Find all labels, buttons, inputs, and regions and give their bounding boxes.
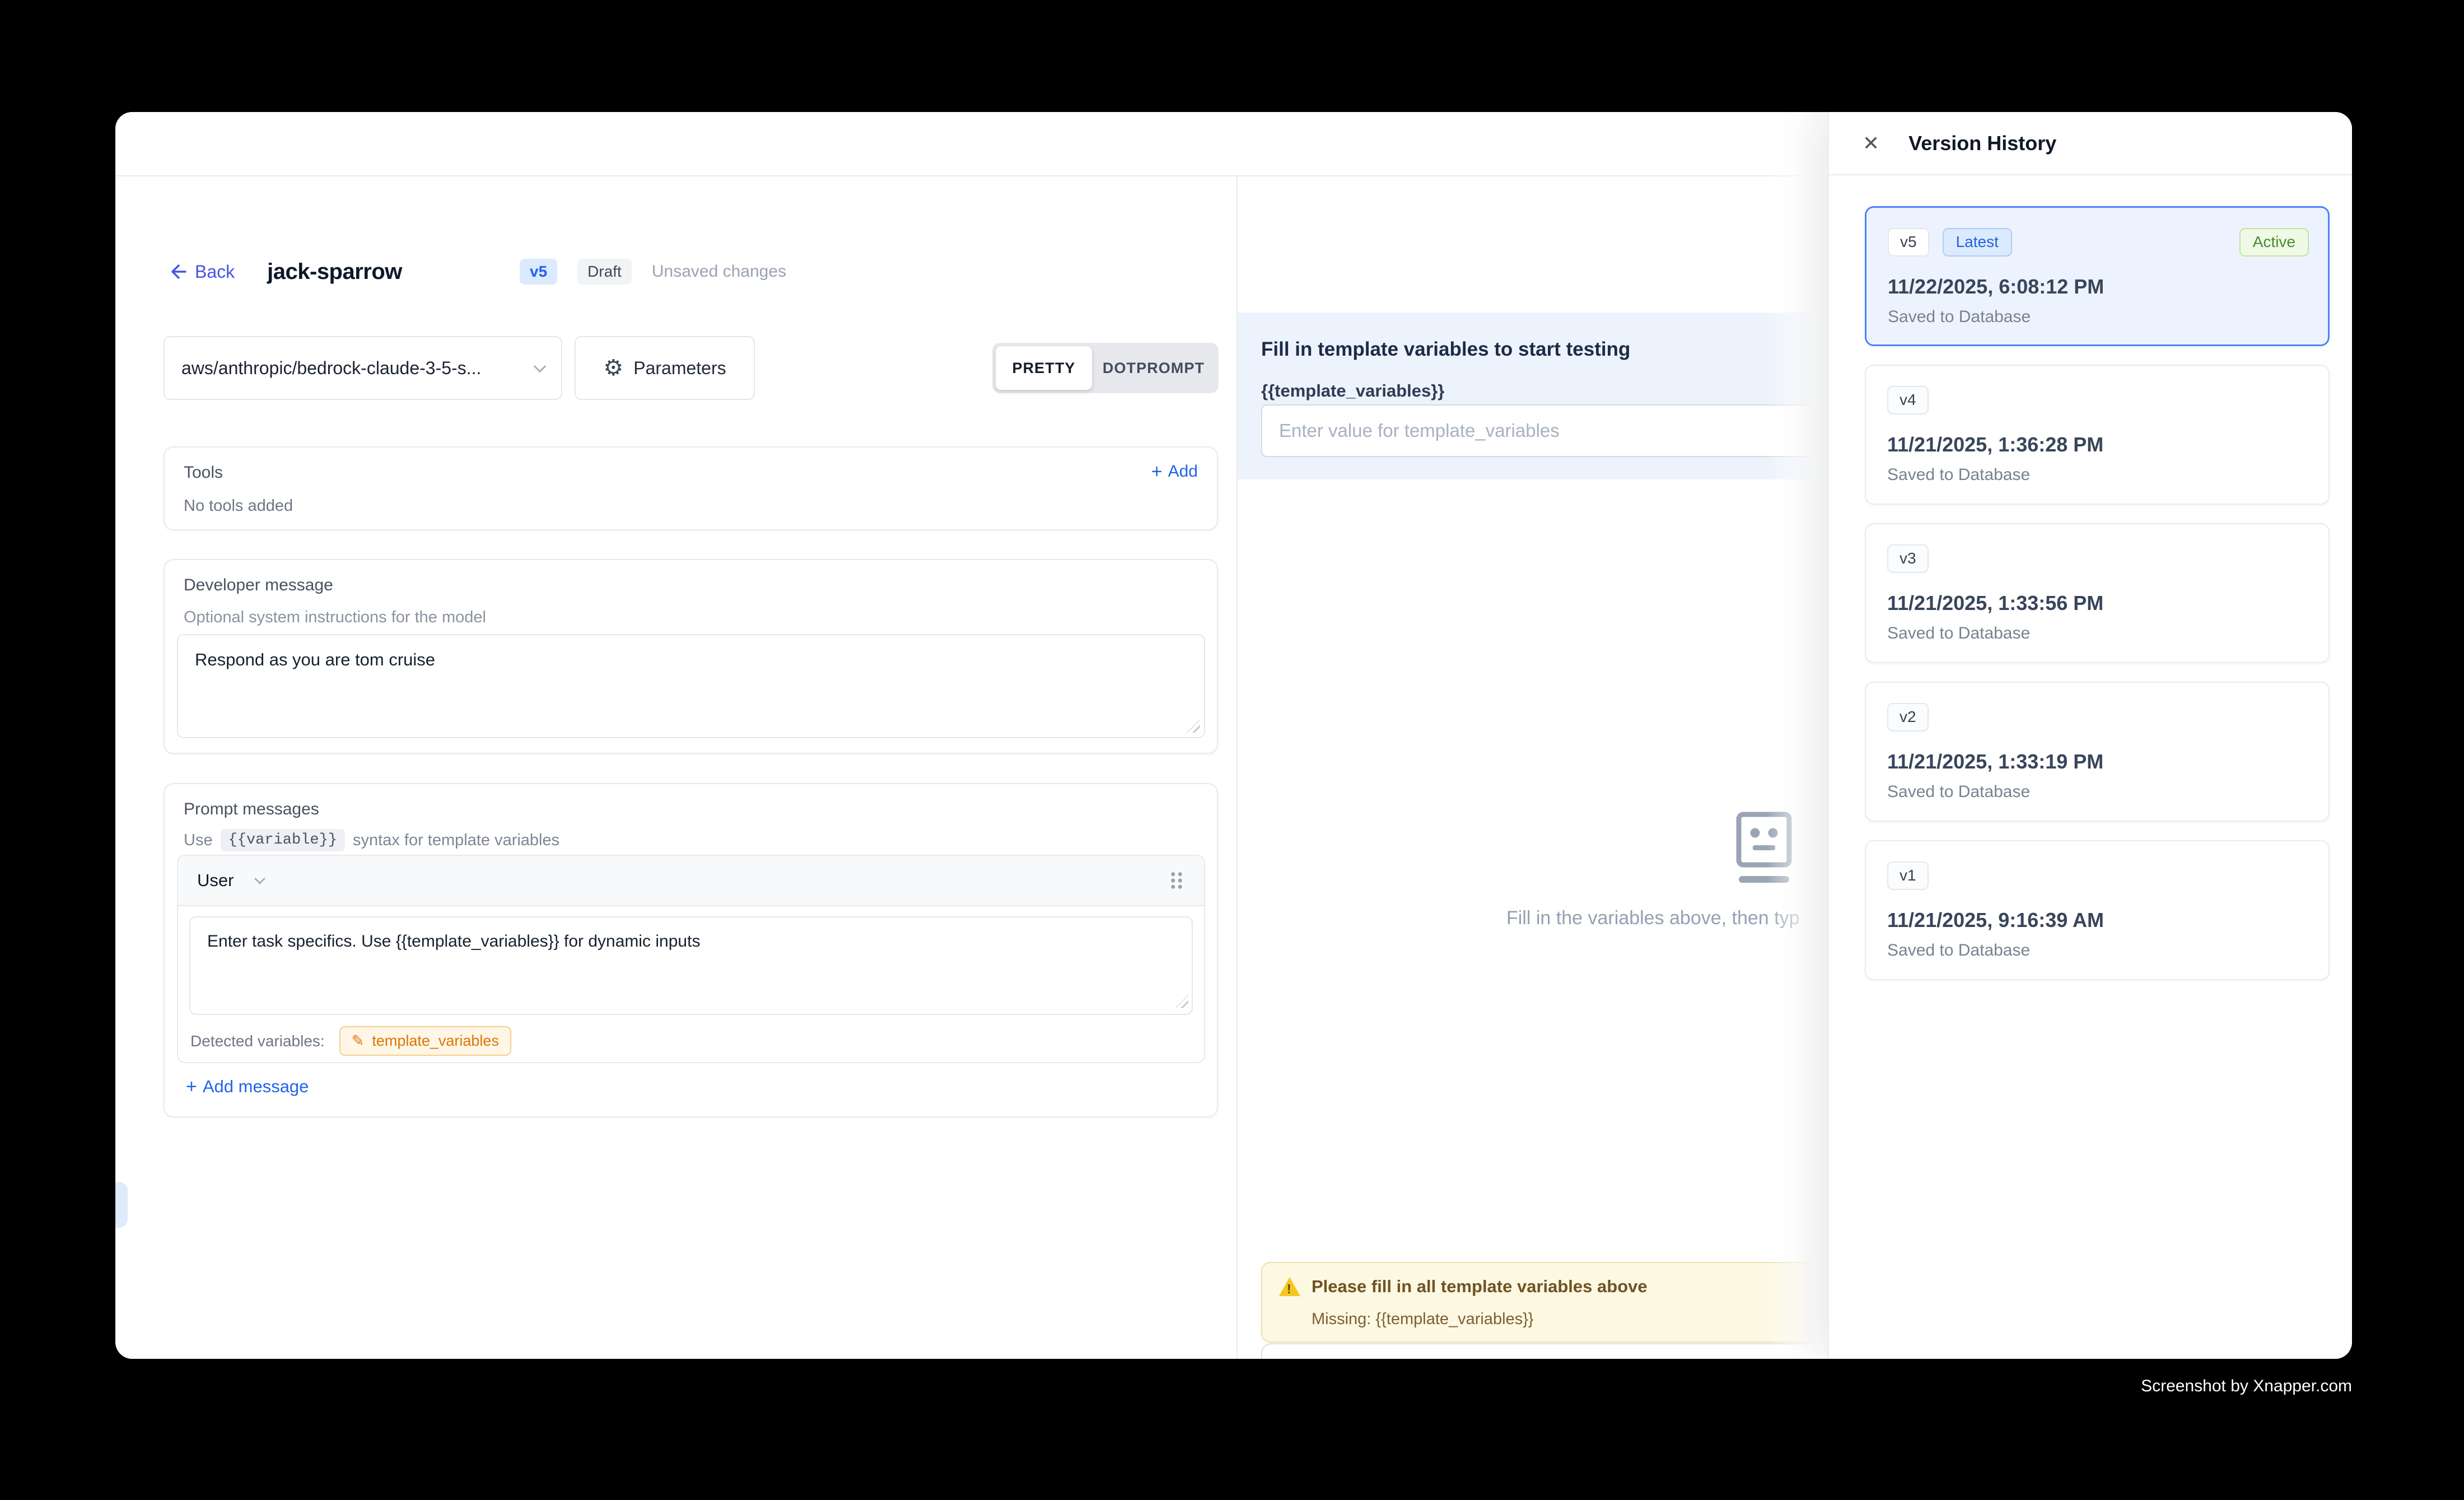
- syntax-suffix: syntax for template variables: [353, 831, 559, 850]
- developer-message-label: Developer message: [184, 576, 333, 595]
- version-date: 11/21/2025, 1:36:28 PM: [1887, 433, 2103, 456]
- version-card-v4[interactable]: v4 11/21/2025, 1:36:28 PM Saved to Datab…: [1865, 365, 2330, 505]
- version-date: 11/21/2025, 9:16:39 AM: [1887, 909, 2104, 932]
- role-select-value: User: [197, 870, 234, 891]
- add-tool-label: Add: [1168, 462, 1198, 481]
- model-selector-value: aws/anthropic/bedrock-claude-3-5-s...: [181, 358, 481, 379]
- version-number-badge: v3: [1887, 544, 1929, 573]
- version-status: Saved to Database: [1887, 782, 2030, 802]
- active-badge: Active: [2239, 228, 2309, 257]
- chevron-down-icon: [534, 360, 547, 373]
- status-badges: v5 Draft Unsaved changes: [520, 258, 786, 286]
- model-selector[interactable]: aws/anthropic/bedrock-claude-3-5-s...: [164, 336, 562, 400]
- syntax-code-chip: {{variable}}: [221, 829, 345, 851]
- toggle-pretty[interactable]: PRETTY: [996, 346, 1092, 390]
- app-window: Back jack-sparrow v5 Draft Unsaved chang…: [115, 112, 2352, 1359]
- template-variable-chip[interactable]: ✎ template_variables: [339, 1026, 511, 1056]
- plus-icon: +: [186, 1077, 197, 1096]
- variables-panel-title: Fill in template variables to start test…: [1261, 338, 1630, 361]
- empty-state-text: Fill in the variables above, then typ: [1506, 907, 1800, 929]
- message-header: User: [178, 856, 1204, 906]
- gear-icon: ⚙: [603, 357, 623, 379]
- variables-panel: Fill in template variables to start test…: [1238, 313, 1828, 479]
- parameters-label: Parameters: [633, 358, 726, 379]
- developer-message-hint: Optional system instructions for the mod…: [184, 608, 486, 627]
- message-block: User Enter task specifics. Use {{templat…: [177, 855, 1205, 1063]
- version-history-panel: ✕ Version History v5 Latest Active 11/22…: [1828, 112, 2352, 1359]
- pencil-icon: ✎: [352, 1033, 365, 1049]
- version-card-v2[interactable]: v2 11/21/2025, 1:33:19 PM Saved to Datab…: [1865, 682, 2330, 822]
- prompt-messages-card: Prompt messages Use {{variable}} syntax …: [164, 783, 1218, 1117]
- unsaved-changes-label: Unsaved changes: [652, 262, 786, 281]
- version-number-badge: v1: [1887, 861, 1929, 890]
- page-title: jack-sparrow: [267, 259, 402, 285]
- version-date: 11/21/2025, 1:33:19 PM: [1887, 750, 2103, 774]
- version-number-badge: v5: [1888, 228, 1929, 257]
- parameters-button[interactable]: ⚙ Parameters: [575, 336, 755, 400]
- bot-icon: [1730, 810, 1798, 889]
- format-toggle: PRETTY DOTPROMPT: [992, 343, 1219, 393]
- tools-card: Tools + Add No tools added: [164, 446, 1218, 530]
- detected-variables-label: Detected variables:: [190, 1032, 325, 1050]
- version-date: 11/21/2025, 1:33:56 PM: [1887, 591, 2103, 615]
- variable-name-label: {{template_variables}}: [1261, 381, 1444, 401]
- version-card-v5[interactable]: v5 Latest Active 11/22/2025, 6:08:12 PM …: [1865, 206, 2330, 346]
- version-history-header: ✕ Version History: [1829, 112, 2352, 175]
- warning-icon: !: [1279, 1277, 1300, 1296]
- version-status: Saved to Database: [1888, 308, 2031, 327]
- add-message-button[interactable]: + Add message: [186, 1077, 309, 1097]
- warning-title: Please fill in all template variables ab…: [1312, 1277, 1648, 1297]
- warning-title-row: ! Please fill in all template variables …: [1279, 1277, 1648, 1297]
- user-message-input[interactable]: Enter task specifics. Use {{template_var…: [189, 916, 1193, 1015]
- chat-input-box[interactable]: [1261, 1343, 1844, 1359]
- version-card-v1[interactable]: v1 11/21/2025, 9:16:39 AM Saved to Datab…: [1865, 840, 2330, 980]
- version-status: Saved to Database: [1887, 941, 2030, 960]
- syntax-prefix: Use: [184, 831, 213, 850]
- watermark: Screenshot by Xnapper.com: [2141, 1377, 2352, 1396]
- draft-badge: Draft: [577, 259, 632, 285]
- version-history-title: Version History: [1908, 132, 2056, 155]
- version-number-badge: v4: [1887, 386, 1929, 414]
- chevron-down-icon[interactable]: [255, 873, 266, 884]
- version-card-v3[interactable]: v3 11/21/2025, 1:33:56 PM Saved to Datab…: [1865, 523, 2330, 663]
- tools-empty-text: No tools added: [184, 497, 293, 515]
- add-tool-button[interactable]: + Add: [1151, 462, 1198, 481]
- version-status: Saved to Database: [1887, 624, 2030, 643]
- syntax-hint: Use {{variable}} syntax for template var…: [184, 829, 559, 851]
- drag-handle-icon[interactable]: [1168, 869, 1185, 892]
- tools-label: Tools: [184, 463, 223, 482]
- detected-variables-row: Detected variables: ✎ template_variables: [190, 1026, 511, 1056]
- close-icon[interactable]: ✕: [1863, 133, 1879, 153]
- warning-missing-text: Missing: {{template_variables}}: [1312, 1310, 1534, 1329]
- prompt-messages-label: Prompt messages: [184, 800, 319, 819]
- back-label: Back: [195, 262, 235, 282]
- variable-value-input[interactable]: [1261, 404, 1877, 457]
- template-variable-name: template_variables: [372, 1032, 499, 1050]
- latest-badge: Latest: [1943, 228, 2012, 257]
- version-date: 11/22/2025, 6:08:12 PM: [1888, 275, 2104, 299]
- version-number-badge: v2: [1887, 703, 1929, 732]
- warning-banner: ! Please fill in all template variables …: [1261, 1262, 1855, 1343]
- plus-icon: +: [1151, 462, 1163, 481]
- toggle-dotprompt[interactable]: DOTPROMPT: [1092, 346, 1215, 390]
- developer-message-input[interactable]: Respond as you are tom cruise: [177, 634, 1205, 738]
- version-status: Saved to Database: [1887, 465, 2030, 485]
- version-badge: v5: [520, 259, 557, 285]
- back-arrow-icon: [168, 262, 187, 281]
- add-message-label: Add message: [203, 1077, 309, 1097]
- back-button[interactable]: Back: [168, 262, 235, 282]
- title-row: Back jack-sparrow: [168, 255, 402, 288]
- developer-message-card: Developer message Optional system instru…: [164, 559, 1218, 754]
- scroll-peek-pill: [115, 1182, 128, 1228]
